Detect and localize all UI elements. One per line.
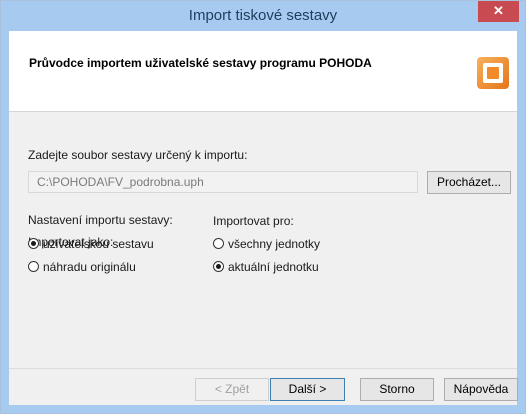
- radio-replace-original-indicator[interactable]: [28, 261, 39, 272]
- radio-user-report-label: uživatelskou sestavu: [43, 237, 154, 251]
- radio-current-unit[interactable]: aktuální jednotku: [213, 260, 383, 276]
- radio-all-units-label: všechny jednotky: [228, 237, 321, 251]
- window-border-left: [1, 31, 9, 407]
- radio-user-report-indicator[interactable]: [28, 238, 39, 249]
- wizard-header: Průvodce importem uživatelské sestavy pr…: [9, 31, 517, 112]
- title-bar[interactable]: Import tiskové sestavy ✕: [1, 1, 525, 31]
- close-button[interactable]: ✕: [478, 1, 519, 22]
- window-title: Import tiskové sestavy: [188, 7, 338, 24]
- radio-user-report[interactable]: uživatelskou sestavu: [28, 237, 198, 253]
- file-path-input[interactable]: C:\POHODA\FV_podrobna.uph: [28, 171, 418, 193]
- radio-replace-original[interactable]: náhradu originálu: [28, 260, 198, 276]
- back-button[interactable]: < Zpět: [195, 378, 269, 401]
- import-wizard-icon: [477, 57, 509, 89]
- radio-current-unit-indicator[interactable]: [213, 261, 224, 272]
- radio-replace-original-label: náhradu originálu: [43, 260, 136, 274]
- file-label: Zadejte soubor sestavy určený k importu:: [28, 148, 248, 162]
- window-border-bottom: [1, 405, 525, 413]
- close-icon: ✕: [493, 3, 504, 18]
- settings-label: Nastavení importu sestavy:: [28, 213, 173, 227]
- browse-button[interactable]: Procházet...: [427, 171, 511, 194]
- import-dialog: Import tiskové sestavy ✕ Průvodce import…: [0, 0, 526, 414]
- next-button[interactable]: Další >: [270, 378, 345, 401]
- wizard-title: Průvodce importem uživatelské sestavy pr…: [29, 56, 372, 70]
- cancel-button[interactable]: Storno: [360, 378, 434, 401]
- footer-separator: [9, 368, 517, 369]
- window-border-right: [517, 31, 525, 407]
- radio-all-units[interactable]: všechny jednotky: [213, 237, 383, 253]
- import-for-label: Importovat pro:: [213, 214, 294, 228]
- radio-all-units-indicator[interactable]: [213, 238, 224, 249]
- radio-current-unit-label: aktuální jednotku: [228, 260, 319, 274]
- import-wizard-icon-core: [487, 67, 499, 79]
- help-button[interactable]: Nápověda: [444, 378, 518, 401]
